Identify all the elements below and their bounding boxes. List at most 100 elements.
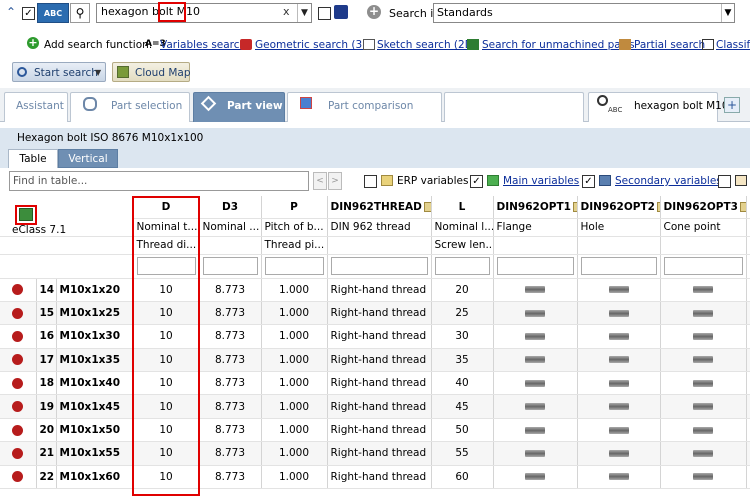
erp-variables-checkbox[interactable] <box>364 175 377 188</box>
cell-option[interactable] <box>660 324 747 349</box>
main-variables-link[interactable]: Main variables <box>503 175 579 187</box>
cell-l[interactable]: 30 <box>431 324 494 349</box>
cell-l[interactable]: 25 <box>431 301 494 326</box>
cell-p[interactable]: 1.000 <box>261 394 328 419</box>
col-header-din962opt3[interactable]: DIN962OPT3 <box>660 196 747 219</box>
add-scope-icon[interactable]: + <box>367 5 381 19</box>
cell-option[interactable] <box>493 301 578 326</box>
cell-d3[interactable]: 8.773 <box>199 348 262 373</box>
filter-p-input[interactable] <box>264 257 324 275</box>
table-row[interactable]: 18 M10x1x40 10 8.773 1.000 Right-hand thread 4… <box>0 371 750 396</box>
col-header-p[interactable]: P <box>261 196 328 219</box>
toolbar-checkbox-icon[interactable]: ✓ <box>22 7 35 20</box>
cell-option[interactable] <box>493 278 578 302</box>
cell-option[interactable] <box>660 301 747 326</box>
cell-p[interactable]: 1.000 <box>261 324 328 349</box>
cell-option[interactable] <box>493 324 578 349</box>
cell-option[interactable] <box>660 278 747 302</box>
geometric-search-link[interactable]: Geometric search (3D) <box>255 39 374 51</box>
classification-link[interactable]: Classif <box>716 39 750 51</box>
variables-search-link[interactable]: Variables search <box>160 39 246 51</box>
cell-option[interactable] <box>577 418 661 443</box>
clear-search-button[interactable]: x <box>283 5 290 18</box>
cell-p[interactable]: 1.000 <box>261 465 328 490</box>
cell-option[interactable] <box>493 465 578 490</box>
next-match-button[interactable]: > <box>328 172 342 190</box>
cell-option[interactable] <box>577 465 661 490</box>
unmachined-search-link[interactable]: Search for unmachined parts <box>482 39 635 51</box>
col-header-din962opt1[interactable]: DIN962OPT1 <box>493 196 578 219</box>
cell-option[interactable] <box>660 418 747 443</box>
filter-d3-input[interactable] <box>202 257 258 275</box>
cell-l[interactable]: 50 <box>431 418 494 443</box>
table-row[interactable]: 20 M10x1x50 10 8.773 1.000 Right-hand thread 5… <box>0 418 750 443</box>
magnifier-icon[interactable]: ⚲ <box>70 3 90 23</box>
cell-l[interactable]: 45 <box>431 394 494 419</box>
cell-option[interactable] <box>660 371 747 396</box>
cell-option[interactable] <box>493 418 578 443</box>
chevron-down-icon[interactable]: ▼ <box>95 68 101 77</box>
cell-option[interactable] <box>660 348 747 373</box>
cell-d3[interactable]: 8.773 <box>199 441 262 466</box>
option-checkbox[interactable] <box>318 7 331 20</box>
cell-d3[interactable]: 8.773 <box>199 324 262 349</box>
secondary-variables-link[interactable]: Secondary variables <box>615 175 722 187</box>
row-name[interactable]: M10x1x60 <box>55 465 134 490</box>
cell-d3[interactable]: 8.773 <box>199 371 262 396</box>
cell-d3[interactable]: 8.773 <box>199 301 262 326</box>
row-name[interactable]: M10x1x40 <box>55 371 134 396</box>
edit-pencil-icon[interactable] <box>572 201 577 212</box>
secondary-variables-checkbox[interactable]: ✓ <box>582 175 595 188</box>
scope-dropdown-icon[interactable]: ▼ <box>721 4 734 22</box>
sketch-search-link[interactable]: Sketch search (2D) <box>377 39 477 51</box>
cell-option[interactable] <box>493 348 578 373</box>
col-header-din962opt2[interactable]: DIN962OPT2 <box>577 196 661 219</box>
cell-thread[interactable]: Right-hand thread <box>327 441 432 466</box>
cell-thread[interactable]: Right-hand thread <box>327 418 432 443</box>
table-row[interactable]: 14 M10x1x20 10 8.773 1.000 Right-hand thread 2… <box>0 278 750 302</box>
col-header-d3[interactable]: D3 <box>199 196 262 219</box>
cell-option[interactable] <box>493 394 578 419</box>
cell-p[interactable]: 1.000 <box>261 301 328 326</box>
search-history-dropdown-icon[interactable]: ▼ <box>297 4 311 22</box>
row-name[interactable]: M10x1x25 <box>55 301 134 326</box>
filter-opt3-input[interactable] <box>663 257 743 275</box>
row-name[interactable]: M10x1x30 <box>55 324 134 349</box>
cell-p[interactable]: 1.000 <box>261 348 328 373</box>
cell-p[interactable]: 1.000 <box>261 418 328 443</box>
row-name[interactable]: M10x1x50 <box>55 418 134 443</box>
table-row[interactable]: 19 M10x1x45 10 8.773 1.000 Right-hand thread 4… <box>0 394 750 419</box>
row-name[interactable]: M10x1x20 <box>55 278 134 302</box>
table-row[interactable]: 17 M10x1x35 10 8.773 1.000 Right-hand thread 3… <box>0 348 750 373</box>
table-row[interactable]: 15 M10x1x25 10 8.773 1.000 Right-hand thread 2… <box>0 301 750 326</box>
cell-thread[interactable]: Right-hand thread <box>327 348 432 373</box>
edit-pencil-icon[interactable] <box>739 201 746 212</box>
table-row[interactable]: 22 M10x1x60 10 8.773 1.000 Right-hand thread 6… <box>0 465 750 490</box>
cell-p[interactable]: 1.000 <box>261 371 328 396</box>
cell-option[interactable] <box>577 371 661 396</box>
filter-thread-input[interactable] <box>330 257 428 275</box>
table-row[interactable]: 16 M10x1x30 10 8.773 1.000 Right-hand thread 3… <box>0 324 750 349</box>
cell-option[interactable] <box>577 394 661 419</box>
cell-thread[interactable]: Right-hand thread <box>327 465 432 490</box>
cell-l[interactable]: 60 <box>431 465 494 490</box>
row-name[interactable]: M10x1x55 <box>55 441 134 466</box>
cell-l[interactable]: 40 <box>431 371 494 396</box>
cell-thread[interactable]: Right-hand thread <box>327 278 432 302</box>
subtab-vertical[interactable]: Vertical <box>58 149 118 168</box>
cell-option[interactable] <box>660 394 747 419</box>
cell-option[interactable] <box>577 278 661 302</box>
catalog-book-icon[interactable] <box>334 5 348 19</box>
row-name[interactable]: M10x1x35 <box>55 348 134 373</box>
row-name[interactable]: M10x1x45 <box>55 394 134 419</box>
cell-p[interactable]: 1.000 <box>261 278 328 302</box>
collapse-chevron-icon[interactable]: ⌃ <box>4 5 18 19</box>
cell-d3[interactable]: 8.773 <box>199 418 262 443</box>
cell-option[interactable] <box>577 441 661 466</box>
cell-l[interactable]: 20 <box>431 278 494 302</box>
partial-search-link[interactable]: Partial search <box>634 39 705 51</box>
filter-opt2-input[interactable] <box>580 257 657 275</box>
fulltext-search-button[interactable]: ABC <box>37 3 69 23</box>
filter-l-input[interactable] <box>434 257 490 275</box>
table-row[interactable]: 21 M10x1x55 10 8.773 1.000 Right-hand thread 5… <box>0 441 750 466</box>
